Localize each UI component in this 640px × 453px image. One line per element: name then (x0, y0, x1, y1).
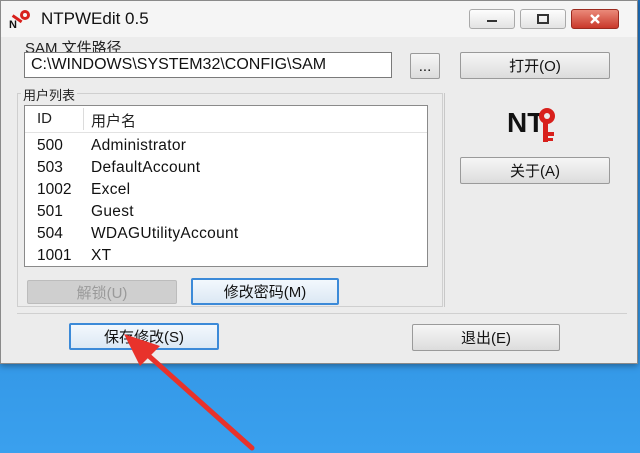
user-id: 500 (37, 137, 63, 154)
user-name: Excel (91, 181, 131, 198)
open-button[interactable]: 打开(O) (460, 52, 610, 79)
ntpwedit-window: N NTPWEdit 0.5 SAM 文件路径 C:\WINDOWS\SYSTE… (0, 0, 638, 364)
vertical-divider (444, 93, 445, 307)
list-header: ID 用户名 (25, 106, 427, 133)
user-name: WDAGUtilityAccount (91, 225, 239, 242)
table-row[interactable]: 1002 Excel (25, 179, 427, 201)
user-id: 1001 (37, 247, 72, 264)
unlock-button[interactable]: 解锁(U) (27, 280, 177, 304)
user-name: DefaultAccount (91, 159, 201, 176)
logo-text: NT (507, 107, 544, 138)
save-changes-button[interactable]: 保存修改(S) (69, 323, 219, 350)
key-app-icon: N (9, 10, 30, 30)
table-row[interactable]: 504 WDAGUtilityAccount (25, 223, 427, 245)
user-name: Administrator (91, 137, 187, 154)
user-name: XT (91, 247, 112, 264)
close-icon (590, 14, 600, 24)
user-id: 503 (37, 159, 63, 176)
minimize-icon (487, 20, 497, 22)
column-header-username[interactable]: 用户名 (91, 110, 136, 131)
close-button[interactable] (571, 9, 619, 29)
user-list[interactable]: ID 用户名 500 Administrator 503 DefaultAcco… (24, 105, 428, 267)
user-id: 504 (37, 225, 63, 242)
sam-path-input[interactable]: C:\WINDOWS\SYSTEM32\CONFIG\SAM (24, 52, 392, 78)
table-row[interactable]: 501 Guest (25, 201, 427, 223)
exit-button[interactable]: 退出(E) (412, 324, 560, 351)
svg-text:N: N (9, 19, 17, 30)
maximize-button[interactable] (520, 9, 566, 29)
browse-button[interactable]: ... (410, 53, 440, 79)
change-password-button[interactable]: 修改密码(M) (191, 278, 339, 305)
column-divider (83, 108, 84, 130)
window-title: NTPWEdit 0.5 (41, 9, 149, 28)
user-id: 1002 (37, 181, 72, 198)
maximize-icon (537, 14, 549, 24)
table-row[interactable]: 1001 XT (25, 245, 427, 267)
minimize-button[interactable] (469, 9, 515, 29)
table-row[interactable]: 500 Administrator (25, 135, 427, 157)
table-row[interactable]: 503 DefaultAccount (25, 157, 427, 179)
footer-divider (17, 313, 627, 314)
user-list-label: 用户列表 (21, 85, 78, 104)
title-bar: N NTPWEdit 0.5 (1, 1, 637, 37)
user-name: Guest (91, 203, 134, 220)
user-id: 501 (37, 203, 63, 220)
column-header-id[interactable]: ID (37, 110, 52, 127)
about-button[interactable]: 关于(A) (460, 157, 610, 184)
ntpwedit-logo: NT (507, 107, 555, 142)
